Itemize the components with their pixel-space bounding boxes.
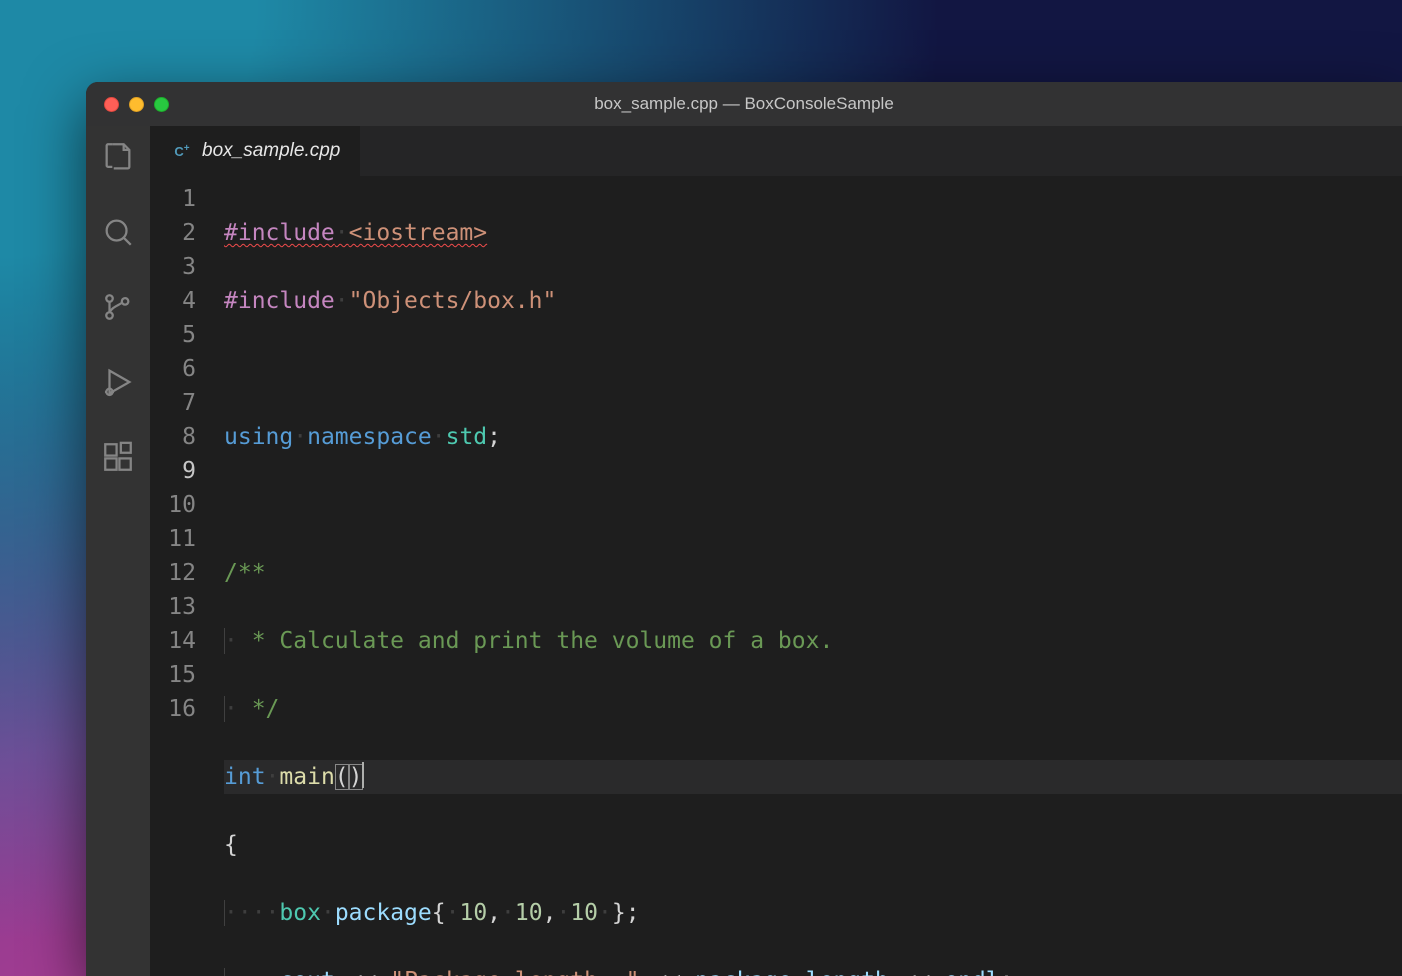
close-button[interactable] — [104, 97, 119, 112]
window-controls — [104, 97, 169, 112]
tab-box-sample[interactable]: box_sample.cpp — [150, 126, 361, 176]
zoom-button[interactable] — [154, 97, 169, 112]
run-debug-icon[interactable] — [101, 365, 135, 404]
tab-label: box_sample.cpp — [202, 140, 340, 162]
editor-area: box_sample.cpp 12345678 9 10111213141516… — [150, 126, 1402, 976]
tab-bar: box_sample.cpp — [150, 126, 1402, 176]
desktop-background: box_sample.cpp — BoxConsoleSample — [0, 0, 1402, 976]
source-control-icon[interactable] — [101, 290, 135, 329]
search-icon[interactable] — [101, 215, 135, 254]
titlebar[interactable]: box_sample.cpp — BoxConsoleSample — [86, 82, 1402, 126]
vscode-window: box_sample.cpp — BoxConsoleSample — [86, 82, 1402, 976]
code-content[interactable]: #include·<iostream> #include·"Objects/bo… — [224, 182, 1402, 976]
window-title: box_sample.cpp — BoxConsoleSample — [86, 94, 1402, 114]
extensions-icon[interactable] — [101, 440, 135, 479]
minimize-button[interactable] — [129, 97, 144, 112]
cpp-file-icon — [170, 140, 192, 162]
explorer-icon[interactable] — [101, 140, 135, 179]
activity-bar — [86, 126, 150, 976]
line-number-gutter: 12345678 9 10111213141516 — [150, 182, 224, 976]
code-editor[interactable]: 12345678 9 10111213141516 #include·<iost… — [150, 176, 1402, 976]
